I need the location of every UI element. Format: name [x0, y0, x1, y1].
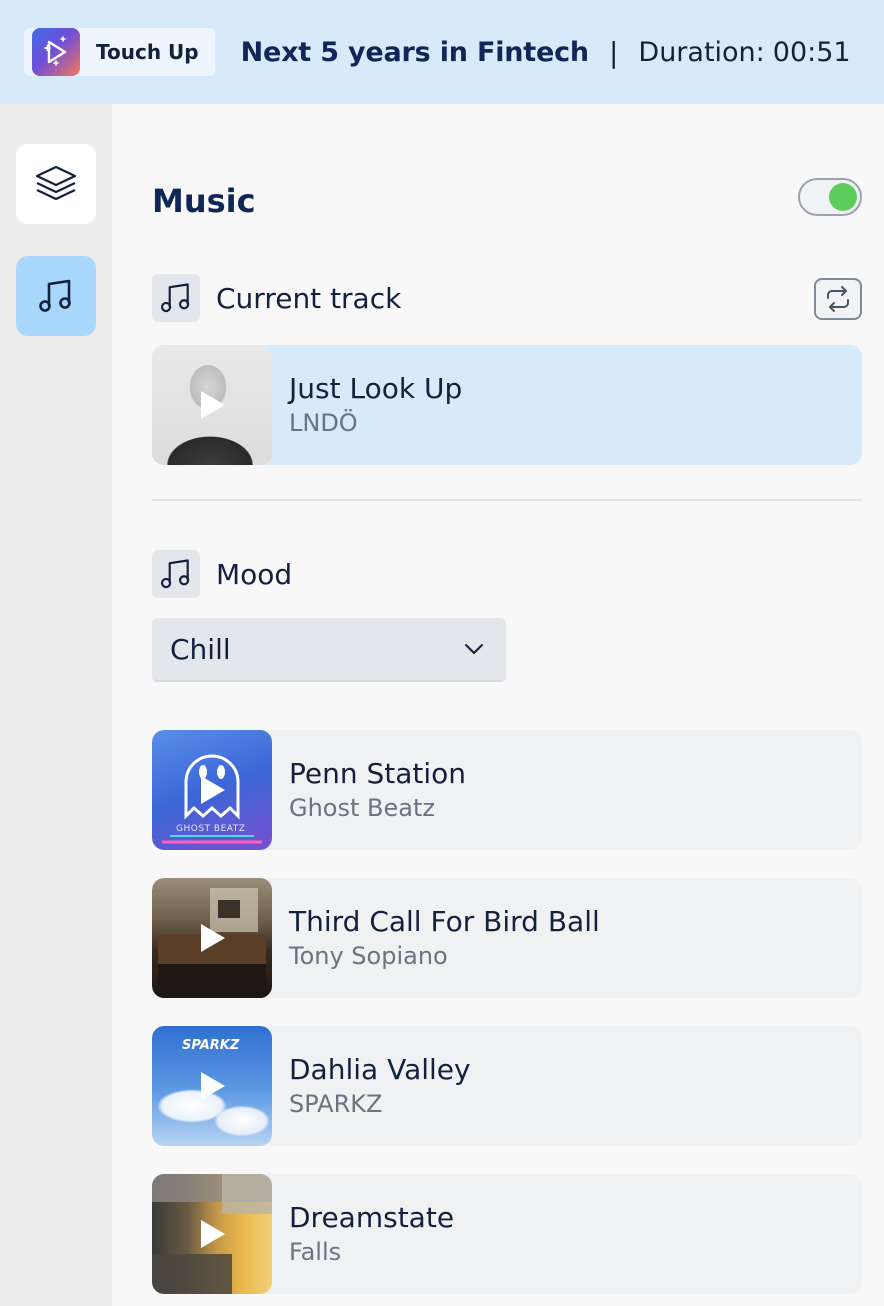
track-title: Dreamstate: [289, 1201, 455, 1234]
music-note-icon: [152, 274, 200, 322]
current-track-header: Current track: [152, 274, 401, 322]
track-artist: Falls: [289, 1238, 342, 1266]
current-track-label: Current track: [216, 281, 402, 315]
music-enabled-toggle[interactable]: [798, 178, 862, 216]
duration-value: 00:51: [772, 36, 851, 68]
brand-name: Touch Up: [96, 40, 199, 64]
track-title: Penn Station: [289, 757, 467, 790]
sparkz-artwork-text: SPARKZ: [182, 1038, 240, 1053]
track-title: Dahlia Valley: [289, 1053, 471, 1086]
chevron-down-icon: [465, 644, 483, 654]
play-icon[interactable]: [199, 922, 227, 954]
mood-header: Mood: [152, 550, 292, 598]
title-separator: |: [608, 35, 619, 69]
track-artist: Tony Sopiano: [289, 942, 448, 970]
music-note-icon: [39, 279, 71, 312]
brand-badge[interactable]: Touch Up: [24, 28, 215, 76]
track-artwork: [152, 878, 272, 998]
track-title: Third Call For Bird Ball: [289, 905, 600, 938]
section-divider: [152, 499, 862, 501]
toggle-knob: [829, 183, 857, 211]
duration-label: Duration:: [638, 36, 765, 68]
mood-dropdown[interactable]: Chill: [152, 618, 506, 682]
sidebar-item-music[interactable]: [16, 256, 96, 336]
track-artwork: SPARKZ: [152, 1026, 272, 1146]
left-sidebar: [0, 104, 112, 1306]
track-artwork: [152, 345, 272, 465]
mood-label: Mood: [216, 557, 293, 591]
project-title: Next 5 years in Fintech: [240, 36, 590, 68]
track-list-item[interactable]: SPARKZ Dahlia Valley SPARKZ: [152, 1026, 862, 1146]
track-list-item[interactable]: Third Call For Bird Ball Tony Sopiano: [152, 878, 862, 998]
play-icon[interactable]: [199, 389, 227, 421]
track-title: Just Look Up: [289, 372, 463, 405]
sidebar-item-layers[interactable]: [16, 144, 96, 224]
current-track-card[interactable]: Just Look Up LNDÖ: [152, 345, 862, 465]
play-icon[interactable]: [199, 774, 227, 806]
panel-title: Music: [152, 182, 256, 220]
track-artwork: GHOST BEATZ: [152, 730, 272, 850]
track-artwork: [152, 1174, 272, 1294]
play-icon[interactable]: [199, 1218, 227, 1250]
shuffle-track-button[interactable]: [814, 278, 862, 320]
play-icon[interactable]: [199, 1070, 227, 1102]
track-artist: SPARKZ: [289, 1090, 383, 1118]
ghost-beatz-artwork-text: GHOST BEATZ: [176, 824, 246, 834]
mood-selected-value: Chill: [170, 632, 231, 666]
refresh-icon: [827, 286, 849, 312]
track-artist: LNDÖ: [289, 409, 358, 437]
track-list-item[interactable]: Dreamstate Falls: [152, 1174, 862, 1294]
touch-up-logo-icon: [32, 28, 80, 76]
track-artist: Ghost Beatz: [289, 794, 435, 822]
layers-icon: [35, 165, 77, 201]
top-bar: Touch Up Next 5 years in Fintech | Durat…: [0, 0, 884, 104]
track-list-item[interactable]: GHOST BEATZ Penn Station Ghost Beatz: [152, 730, 862, 850]
music-note-icon: [152, 550, 200, 598]
